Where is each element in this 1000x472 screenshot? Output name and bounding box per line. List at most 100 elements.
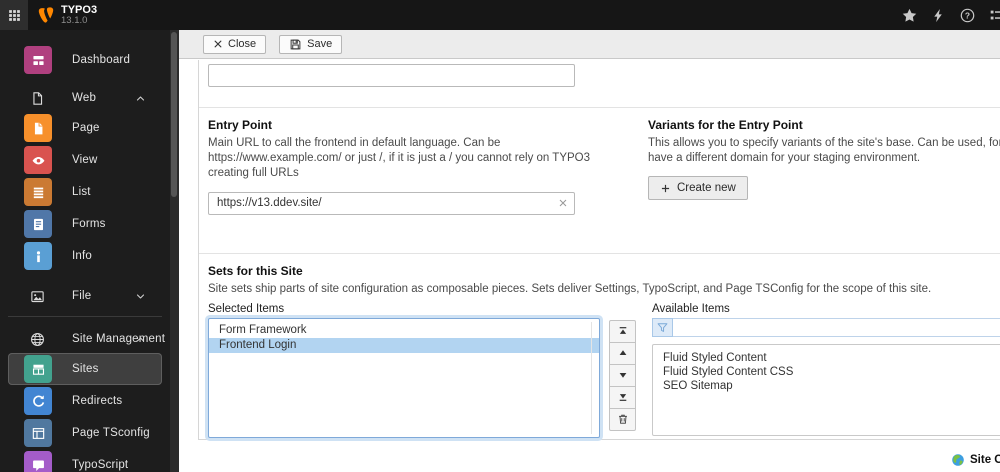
clear-cache-bolt-icon[interactable]	[928, 5, 948, 25]
remove-item-button[interactable]	[609, 407, 636, 431]
bookmark-star-icon[interactable]	[899, 5, 919, 25]
move-down-button[interactable]	[609, 363, 636, 387]
variants-fieldset: Variants for the Entry Point This allows…	[648, 108, 1000, 215]
truncated-field-input[interactable]	[208, 64, 575, 87]
sidebar-item-view[interactable]: View	[8, 144, 162, 176]
sidebar-item-list[interactable]: List	[8, 176, 162, 208]
sets-description: Site sets ship parts of site configurati…	[208, 282, 932, 295]
sidebar-item-label: Forms	[72, 218, 106, 230]
sidebar-item-label: Sites	[72, 363, 99, 375]
sidebar-divider	[8, 316, 162, 317]
listbox-controls	[609, 319, 636, 438]
chevron-up-icon	[135, 334, 146, 345]
sidebar-item-info[interactable]: Info	[8, 240, 162, 272]
sidebar-item-label: Redirects	[72, 395, 123, 407]
chevron-up-icon	[135, 93, 146, 104]
sidebar-item-page[interactable]: Page	[8, 112, 162, 144]
sidebar-item-sites[interactable]: Sites	[8, 353, 162, 385]
typoscript-icon	[24, 451, 52, 472]
entry-point-input[interactable]	[208, 191, 575, 215]
plus-icon	[660, 183, 671, 194]
selected-item-frontend-login[interactable]: Frontend Login	[209, 337, 599, 353]
sidebar-item-typoscript[interactable]: TypoScript	[8, 449, 162, 472]
sidebar-item-redirects[interactable]: Redirects	[8, 385, 162, 417]
sets-fieldset: Sets for this Site Site sets ship parts …	[208, 264, 1000, 438]
svg-text:?: ?	[964, 10, 969, 20]
save-button-label: Save	[307, 38, 333, 50]
sidebar-item-label: View	[72, 154, 98, 166]
entry-point-input-wrap	[208, 191, 575, 215]
selected-item-form-framework[interactable]: Form Framework	[209, 323, 599, 338]
info-icon	[24, 242, 52, 270]
sidebar-item-forms[interactable]: Forms	[8, 208, 162, 240]
filter-icon-box	[652, 317, 673, 337]
product-version: 13.1.0	[61, 15, 88, 26]
sidebar-item-site-management[interactable]: Site Management	[8, 325, 166, 353]
help-icon[interactable]: ?	[957, 5, 977, 25]
module-menu-sidebar: Dashboard Web Page View List Forms Info File Sit…	[0, 30, 170, 472]
sidebar-item-label: Page	[72, 122, 100, 134]
move-up-button[interactable]	[609, 341, 636, 365]
topbar-toolbar: ?	[899, 0, 1000, 30]
listbox-scrollbar[interactable]	[591, 321, 592, 434]
sidebar-item-web[interactable]: Web	[8, 84, 162, 112]
move-to-bottom-button[interactable]	[609, 385, 636, 409]
sidebar-item-label: Site Management	[72, 333, 166, 345]
entry-point-description: Main URL to call the frontend in default…	[208, 137, 590, 180]
available-item-fluid-styled-content[interactable]: Fluid Styled Content	[653, 351, 1000, 365]
page-icon	[24, 114, 52, 142]
typo3-logo-icon	[37, 6, 55, 24]
webdoc-icon	[30, 91, 46, 106]
chevron-down-icon	[135, 291, 146, 302]
create-new-button[interactable]: Create new	[648, 176, 748, 201]
move-to-top-button[interactable]	[609, 319, 636, 343]
selected-items-listbox[interactable]: Form Framework Frontend Login	[208, 317, 600, 438]
globe-icon	[30, 332, 46, 347]
variants-description: This allows you to specify variants of t…	[648, 137, 1000, 165]
docheader: Close Save	[179, 30, 1000, 59]
sidebar-item-label: TypoScript	[72, 459, 129, 471]
sidebar-item-file[interactable]: File	[8, 282, 162, 310]
tsconfig-icon	[24, 419, 52, 447]
sites-icon	[24, 355, 52, 383]
save-icon	[289, 38, 302, 51]
available-items-label: Available Items	[652, 302, 730, 315]
module-menu-toggle-button[interactable]	[0, 0, 28, 30]
save-button[interactable]: Save	[279, 34, 343, 54]
available-item-seo-sitemap[interactable]: SEO Sitemap	[653, 379, 1000, 393]
available-items-filter	[652, 317, 1000, 337]
close-icon	[213, 39, 223, 49]
toolbar-list-icon[interactable]	[986, 5, 1000, 25]
variants-title: Variants for the Entry Point	[648, 118, 803, 132]
sidebar-item-dashboard[interactable]: Dashboard	[8, 44, 162, 76]
form-panel: Entry Point Main URL to call the fronten…	[198, 60, 1000, 440]
sidebar-item-label: List	[72, 186, 91, 198]
available-items-column: Available Items Fluid Styled Content Flui…	[652, 303, 1000, 438]
view-icon	[24, 146, 52, 174]
entry-point-row: Entry Point Main URL to call the fronten…	[208, 108, 1000, 215]
topbar: TYPO3 13.1.0 ?	[0, 0, 1000, 30]
available-items-listbox[interactable]: Fluid Styled Content Fluid Styled Content…	[652, 343, 1000, 436]
sets-title: Sets for this Site	[208, 263, 303, 278]
grid-icon	[8, 9, 21, 22]
sidebar-item-label: Web	[72, 92, 97, 104]
filter-funnel-icon	[656, 321, 669, 334]
sidebar-item-page-tsconfig[interactable]: Page TSconfig	[8, 417, 162, 449]
brand: TYPO3 13.1.0	[37, 4, 97, 26]
x-icon	[557, 197, 569, 209]
available-items-filter-input[interactable]	[673, 317, 1000, 337]
available-item-fluid-styled-content-css[interactable]: Fluid Styled Content CSS	[653, 365, 1000, 379]
close-button-label: Close	[228, 38, 257, 50]
list-icon	[24, 178, 52, 206]
module-content: Close Save Entry Point Main URL to call …	[179, 30, 1000, 472]
clear-input-icon[interactable]	[557, 197, 569, 209]
brand-text: TYPO3 13.1.0	[61, 4, 97, 26]
sidebar-scrollbar[interactable]	[170, 30, 179, 472]
sidebar-scrollbar-thumb[interactable]	[171, 32, 177, 197]
record-footer: Site Configuration	[951, 453, 1000, 467]
close-button[interactable]: Close	[203, 34, 267, 54]
sidebar-item-label: Page TSconfig	[72, 427, 150, 439]
create-new-button-label: Create new	[677, 182, 736, 195]
forms-icon	[24, 210, 52, 238]
record-title: Site Configuration	[970, 454, 1000, 466]
